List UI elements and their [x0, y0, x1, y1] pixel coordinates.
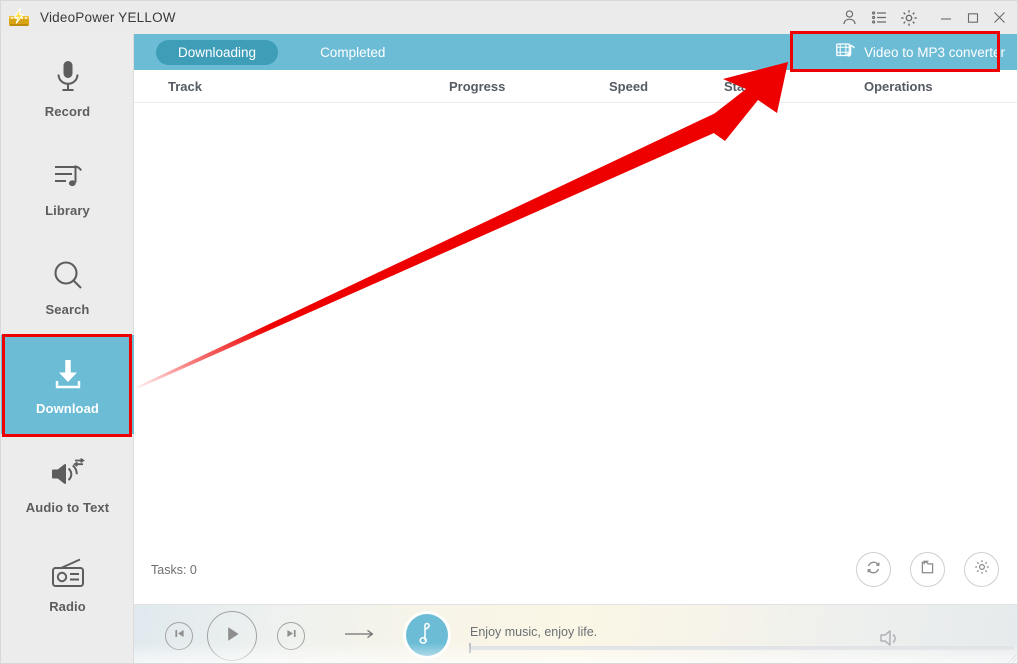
sidebar-item-label: Record	[44, 103, 91, 119]
sidebar-item-radio[interactable]: Radio	[1, 533, 134, 632]
play-icon	[221, 623, 243, 650]
sidebar-item-library[interactable]: Library	[1, 137, 134, 236]
column-header-operations[interactable]: Operations	[864, 70, 933, 103]
sidebar: Record Library Search Download Audio to …	[1, 34, 134, 663]
main-panel: Downloading Completed Video to MP3 conve…	[134, 34, 1017, 604]
volume-button[interactable]	[879, 627, 903, 654]
sidebar-item-label: Download	[36, 400, 99, 416]
volume-icon	[879, 630, 903, 653]
window-title: VideoPower YELLOW	[40, 10, 176, 25]
column-header-speed[interactable]: Speed	[609, 70, 648, 103]
video-to-mp3-icon	[836, 42, 856, 62]
gear-icon	[973, 558, 991, 581]
column-header-progress[interactable]: Progress	[449, 70, 505, 103]
maximize-icon[interactable]	[959, 3, 986, 33]
sidebar-item-download[interactable]: Download	[1, 335, 134, 434]
seek-bar[interactable]	[469, 643, 1014, 653]
converter-button-label: Video to MP3 converter	[864, 44, 1005, 60]
settings-button[interactable]	[964, 552, 999, 587]
sidebar-item-label: Library	[45, 202, 90, 218]
column-header-track[interactable]: Track	[168, 70, 202, 103]
sidebar-item-label: Audio to Text	[25, 499, 110, 515]
column-header-status[interactable]: Sta	[724, 70, 744, 103]
sidebar-item-audio-to-text[interactable]: Audio to Text	[1, 434, 134, 533]
videopower-logo-icon	[8, 7, 30, 28]
sidebar-item-label: Radio	[49, 598, 86, 614]
download-arrow-icon	[50, 354, 86, 392]
magnifier-icon	[51, 255, 85, 293]
refresh-button[interactable]	[856, 552, 891, 587]
user-account-icon[interactable]	[834, 3, 864, 33]
player-bar: Enjoy music, enjoy life.	[134, 604, 1017, 663]
sidebar-item-label: Search	[45, 301, 90, 317]
resize-grip[interactable]	[1005, 651, 1017, 663]
sidebar-item-search[interactable]: Search	[1, 236, 134, 335]
task-list-icon[interactable]	[864, 3, 894, 33]
speaker-convert-icon	[49, 453, 87, 491]
footer-toolbar: Tasks: 0	[134, 539, 1017, 604]
playlist-music-icon	[50, 156, 86, 194]
tab-label: Completed	[320, 44, 386, 60]
tab-label: Downloading	[178, 44, 257, 60]
tab-downloading[interactable]: Downloading	[156, 39, 279, 65]
settings-gear-icon[interactable]	[894, 3, 924, 33]
tasks-count-label: Tasks: 0	[151, 563, 197, 577]
download-task-list	[134, 103, 1017, 573]
next-track-button[interactable]	[277, 622, 305, 650]
microphone-icon	[51, 57, 85, 95]
repeat-mode-button[interactable]	[343, 627, 375, 646]
sidebar-item-record[interactable]: Record	[1, 38, 134, 137]
title-bar: VideoPower YELLOW	[1, 1, 1017, 34]
refresh-icon	[865, 559, 882, 581]
minimize-icon[interactable]	[932, 3, 959, 33]
album-art[interactable]	[406, 614, 448, 656]
repeat-arrow-icon	[343, 628, 375, 645]
music-note-icon	[416, 621, 438, 650]
close-icon[interactable]	[986, 3, 1013, 33]
video-to-mp3-converter-button[interactable]: Video to MP3 converter	[824, 34, 1017, 70]
tab-completed[interactable]: Completed	[298, 40, 407, 65]
open-folder-button[interactable]	[910, 552, 945, 587]
app-window: VideoPower YELLOW Record Library Search …	[0, 0, 1018, 664]
previous-track-button[interactable]	[165, 622, 193, 650]
now-playing-text: Enjoy music, enjoy life.	[470, 625, 598, 639]
previous-track-icon	[173, 627, 186, 645]
play-button[interactable]	[207, 611, 257, 661]
folder-icon	[919, 559, 936, 581]
table-header-row: Track Progress Speed Sta Operations	[134, 70, 1017, 103]
tab-bar: Downloading Completed Video to MP3 conve…	[134, 34, 1017, 70]
next-track-icon	[285, 627, 298, 645]
radio-icon	[49, 552, 87, 590]
